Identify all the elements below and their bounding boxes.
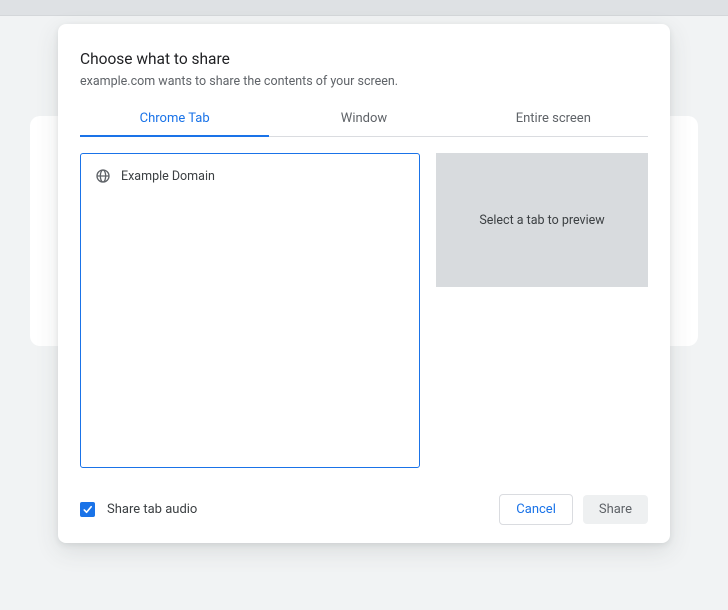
preview-placeholder-text: Select a tab to preview (479, 213, 604, 228)
globe-icon (95, 168, 111, 184)
preview-pane: Select a tab to preview (436, 153, 648, 287)
cancel-button[interactable]: Cancel (499, 494, 573, 525)
dialog-subtitle: example.com wants to share the contents … (80, 74, 648, 89)
share-dialog: Choose what to share example.com wants t… (58, 24, 670, 543)
tab-list[interactable]: Example Domain (80, 153, 420, 468)
share-type-tabs: Chrome Tab Window Entire screen (80, 103, 648, 137)
tab-window[interactable]: Window (269, 103, 458, 136)
tab-list-item[interactable]: Example Domain (89, 164, 411, 188)
page-area: Choose what to share example.com wants t… (0, 16, 728, 610)
tab-chrome-tab[interactable]: Chrome Tab (80, 103, 269, 136)
tab-list-item-label: Example Domain (121, 169, 215, 184)
dialog-footer: Share tab audio Cancel Share (80, 494, 648, 525)
share-audio-option[interactable]: Share tab audio (80, 502, 197, 517)
share-audio-checkbox[interactable] (80, 502, 95, 517)
share-button[interactable]: Share (583, 495, 648, 524)
dialog-title: Choose what to share (80, 50, 648, 68)
share-audio-label: Share tab audio (107, 502, 197, 517)
browser-top-bar (0, 0, 728, 16)
content-row: Example Domain Select a tab to preview (80, 153, 648, 468)
tab-entire-screen[interactable]: Entire screen (459, 103, 648, 136)
